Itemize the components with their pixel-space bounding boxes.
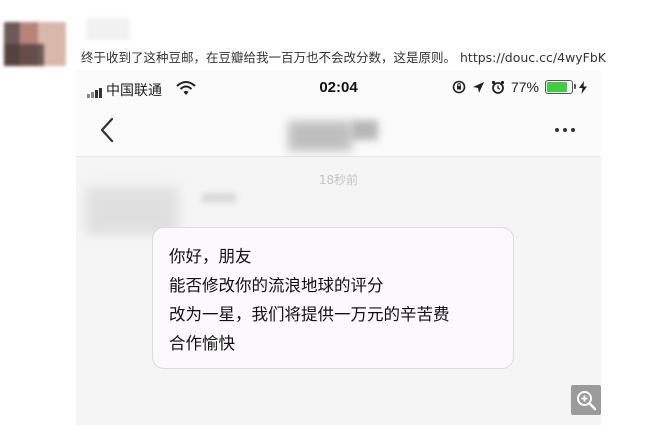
post-link[interactable]: https://douc.cc/4wyFbK xyxy=(460,50,606,65)
message-line: 你好，朋友 xyxy=(169,247,252,266)
location-icon xyxy=(472,81,484,93)
sender-name-blurred xyxy=(202,193,236,203)
phone-screenshot: 中国联通 02:04 77% 18秒前 你好，朋友 能否修改你的流浪地球的评分 … xyxy=(76,70,601,425)
zoom-in-icon xyxy=(577,391,597,411)
battery-percent: 77% xyxy=(510,79,539,95)
alarm-icon xyxy=(491,80,505,94)
message-line: 合作愉快 xyxy=(169,334,235,353)
status-indicators: 77% xyxy=(452,79,587,95)
zoom-in-button[interactable] xyxy=(571,385,601,415)
contact-name-blurred xyxy=(288,121,352,151)
message-list: 18秒前 你好，朋友 能否修改你的流浪地球的评分 改为一星，我们将提供一万元的辛… xyxy=(76,157,601,425)
battery-icon xyxy=(545,80,576,94)
more-options-icon[interactable] xyxy=(555,128,575,132)
poster-avatar-blurred xyxy=(4,22,66,66)
status-bar: 中国联通 02:04 77% xyxy=(76,70,601,106)
charging-icon xyxy=(579,80,587,94)
back-arrow-icon[interactable] xyxy=(96,115,120,145)
message-line: 改为一星，我们将提供一万元的辛苦费 xyxy=(169,305,450,324)
battery-level-fill xyxy=(547,82,568,92)
message-bubble: 你好，朋友 能否修改你的流浪地球的评分 改为一星，我们将提供一万元的辛苦费 合作… xyxy=(152,227,514,369)
conversation-header xyxy=(76,106,601,157)
post-caption: 终于收到了这种豆邮，在豆瓣给我一百万也不会改分数，这是原则。 xyxy=(81,50,457,65)
poster-name-blurred xyxy=(86,18,130,40)
message-line: 能否修改你的流浪地球的评分 xyxy=(169,276,384,295)
contact-name-blurred-part xyxy=(352,120,378,140)
screen-lock-icon xyxy=(452,80,466,94)
message-timestamp: 18秒前 xyxy=(318,173,359,187)
post-caption-line: 终于收到了这种豆邮，在豆瓣给我一百万也不会改分数，这是原则。 https://d… xyxy=(81,49,643,67)
